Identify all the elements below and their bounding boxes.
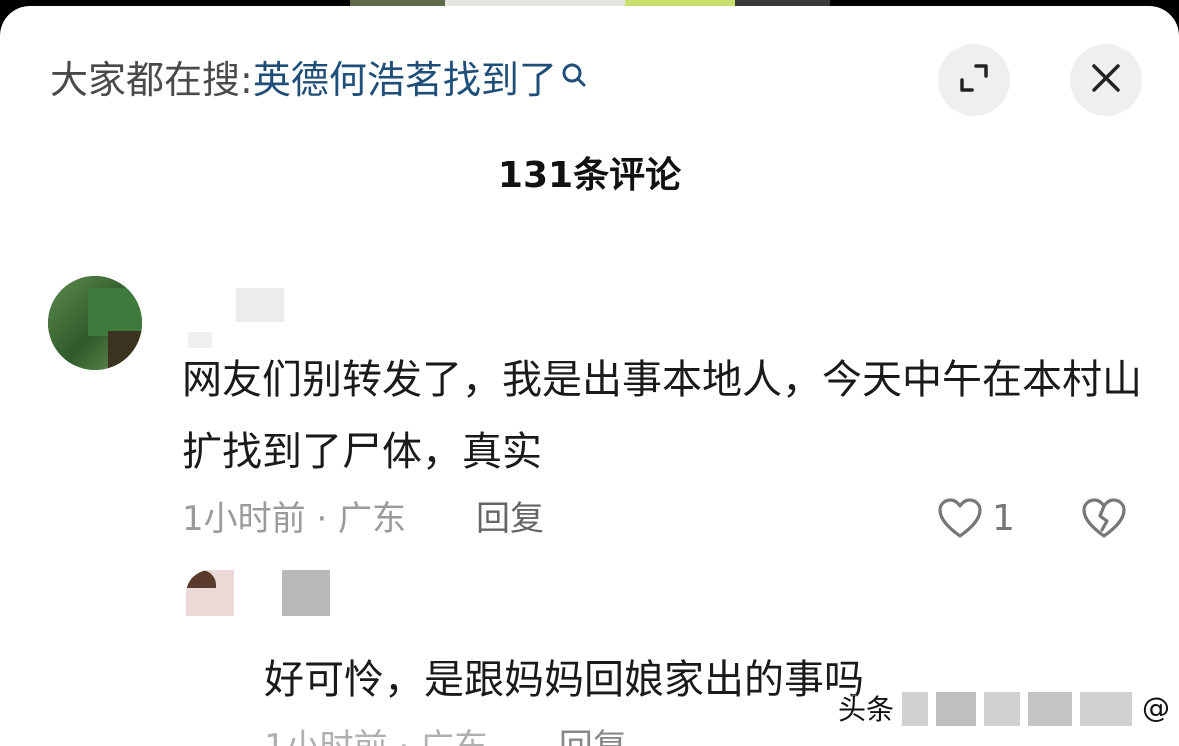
comments-count-title: 131条评论 bbox=[497, 155, 682, 196]
like-count: 1 bbox=[992, 498, 1015, 539]
comment-text: 网友们别转发了，我是出事本地人，今天中午在本村山扩找到了尸体，真实 bbox=[182, 357, 1142, 475]
close-icon bbox=[1088, 60, 1124, 100]
heart-outline-icon[interactable] bbox=[936, 496, 984, 542]
watermark-redacted bbox=[936, 692, 976, 726]
search-hint-prefix: 大家都在搜: bbox=[50, 58, 253, 102]
avatar-mosaic bbox=[108, 331, 142, 370]
broken-heart-icon[interactable] bbox=[1080, 496, 1128, 542]
reply-meta-row: 1小时前 · 广东 回复 bbox=[264, 724, 627, 746]
watermark-redacted bbox=[984, 692, 1020, 726]
avatar-mosaic bbox=[88, 288, 142, 336]
search-icon[interactable] bbox=[561, 57, 587, 87]
watermark: 头条 @ bbox=[836, 684, 1179, 743]
watermark-redacted bbox=[1028, 692, 1072, 726]
expand-button[interactable] bbox=[938, 44, 1010, 116]
avatar[interactable] bbox=[48, 276, 142, 370]
trending-search-hint[interactable]: 大家都在搜: 英德何浩茗找到了 bbox=[50, 58, 587, 102]
reply-button[interactable]: 回复 bbox=[476, 496, 544, 542]
watermark-tail: @ bbox=[1142, 691, 1170, 724]
expand-icon bbox=[956, 60, 992, 100]
username-redacted[interactable] bbox=[236, 288, 284, 322]
comments-sheet: 大家都在搜: 英德何浩茗找到了 131条评论 网友们别转发了，我是出事本地人，今… bbox=[0, 6, 1179, 746]
reply-username-redacted[interactable] bbox=[282, 570, 330, 616]
watermark-redacted bbox=[902, 692, 928, 726]
reply-avatar[interactable] bbox=[186, 570, 234, 616]
search-hint-query-link[interactable]: 英德何浩茗找到了 bbox=[253, 58, 557, 102]
close-button[interactable] bbox=[1070, 44, 1142, 116]
avatar-hair bbox=[186, 570, 216, 588]
watermark-redacted bbox=[1080, 692, 1132, 726]
reply-comment-text: 好可怜，是跟妈妈回娘家出的事吗 bbox=[264, 657, 864, 703]
watermark-label: 头条 bbox=[838, 693, 895, 726]
comment-time-location: 1小时前 · 广东 bbox=[182, 499, 407, 539]
